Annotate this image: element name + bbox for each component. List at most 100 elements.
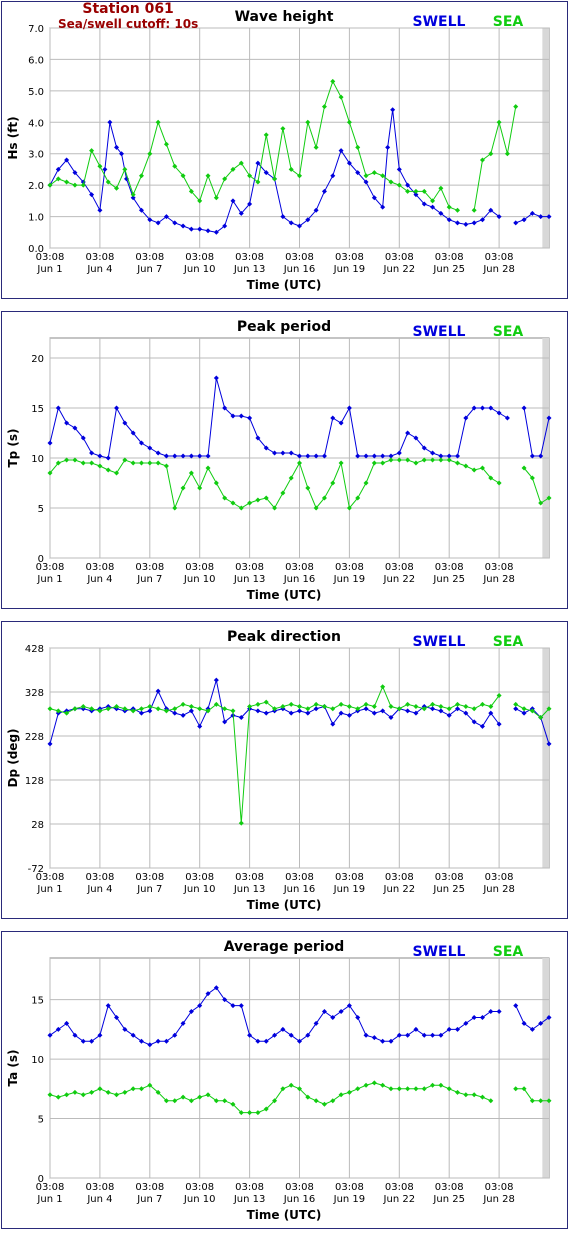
x-tick-time: 03:08: [335, 252, 364, 263]
x-axis-label: Time (UTC): [247, 1208, 322, 1222]
x-tick-date: Jun 22: [383, 1194, 416, 1205]
peak-period-panel: 0 5 10 15 20 03:08 Jun 1 03:08 Jun 4 03:08 Jun 7 03…: [1, 311, 568, 609]
x-tick-time: 03:08: [385, 252, 414, 263]
chart-title: Wave height: [235, 9, 334, 25]
x-tick-date: Jun 1: [36, 264, 62, 275]
x-tick-date: Jun 7: [136, 884, 162, 895]
x-tick-date: Jun 28: [482, 574, 515, 585]
x-tick-time: 03:08: [335, 562, 364, 573]
y-axis-label: Dp (deg): [6, 728, 20, 787]
plot-shade: [542, 28, 549, 248]
plot-shade: [542, 958, 549, 1178]
x-tick-time: 03:08: [185, 562, 214, 573]
y-tick-label: 10: [31, 1055, 44, 1066]
y-tick-label: 5.0: [28, 87, 44, 98]
y-tick-label: 2.0: [28, 181, 44, 192]
y-tick-label: 15: [31, 996, 44, 1007]
x-tick-date: Jun 28: [482, 1194, 515, 1205]
station-cutoff: Sea/swell cutoff: 10s: [58, 17, 199, 31]
y-tick-label: 228: [25, 732, 44, 743]
y-tick-label: 128: [25, 776, 44, 787]
legend-sea: SEA: [493, 14, 524, 30]
y-tick-label: 428: [25, 644, 44, 655]
chart-title: Average period: [224, 939, 345, 955]
x-tick-date: Jun 13: [233, 264, 266, 275]
average-period-chart: 05101503:08Jun 103:08Jun 403:08Jun 703:0…: [6, 939, 552, 1222]
legend-swell: SWELL: [413, 324, 466, 340]
x-tick-time: 03:08: [36, 872, 65, 883]
x-tick-date: Jun 10: [183, 264, 216, 275]
x-tick-date: Jun 4: [86, 574, 112, 585]
y-axis-label: Ta (s): [6, 1049, 20, 1086]
x-tick-time: 03:08: [135, 1182, 164, 1193]
x-tick-time: 03:08: [285, 252, 314, 263]
x-tick-date: Jun 22: [383, 264, 416, 275]
x-tick-time: 03:08: [385, 872, 414, 883]
y-tick-label: 4.0: [28, 118, 44, 129]
x-tick-time: 03:08: [435, 872, 464, 883]
x-axis-label: Time (UTC): [247, 278, 322, 292]
x-tick-time: 03:08: [335, 1182, 364, 1193]
peak-period-chart: 0510152003:08Jun 103:08Jun 403:08Jun 703…: [6, 319, 552, 602]
x-tick-time: 03:08: [285, 1182, 314, 1193]
x-tick-time: 03:08: [135, 252, 164, 263]
x-tick-date: Jun 19: [333, 574, 366, 585]
x-tick-date: Jun 25: [432, 574, 465, 585]
y-tick-label: 6.0: [28, 55, 44, 66]
x-tick-time: 03:08: [135, 872, 164, 883]
y-axis-label: Hs (ft): [6, 116, 20, 159]
x-tick-date: Jun 19: [333, 884, 366, 895]
x-axis-label: Time (UTC): [247, 898, 322, 912]
chart-title: Peak direction: [227, 629, 341, 645]
y-tick-label: 10: [31, 454, 44, 465]
legend-sea: SEA: [493, 324, 524, 340]
x-tick-date: Jun 19: [333, 1194, 366, 1205]
y-tick-label: 15: [31, 404, 44, 415]
x-tick-date: Jun 25: [432, 264, 465, 275]
legend-swell: SWELL: [413, 944, 466, 960]
x-tick-date: Jun 13: [233, 884, 266, 895]
x-tick-time: 03:08: [235, 562, 264, 573]
x-tick-date: Jun 10: [183, 884, 216, 895]
station-name: Station 061: [82, 1, 174, 17]
x-axis-label: Time (UTC): [247, 588, 322, 602]
x-tick-time: 03:08: [485, 252, 514, 263]
x-tick-time: 03:08: [185, 872, 214, 883]
x-tick-date: Jun 25: [432, 884, 465, 895]
x-tick-time: 03:08: [435, 562, 464, 573]
y-tick-label: 5: [38, 504, 44, 515]
x-tick-time: 03:08: [36, 562, 65, 573]
x-tick-date: Jun 1: [36, 884, 62, 895]
plot-shade: [542, 338, 549, 558]
x-tick-date: Jun 25: [432, 1194, 465, 1205]
legend-sea: SEA: [493, 634, 524, 650]
x-tick-date: Jun 7: [136, 1194, 162, 1205]
x-tick-date: Jun 10: [183, 1194, 216, 1205]
x-tick-date: Jun 7: [136, 264, 162, 275]
x-tick-date: Jun 22: [383, 884, 416, 895]
chart-title: Peak period: [237, 319, 331, 335]
y-tick-label: 1.0: [28, 213, 44, 224]
x-tick-date: Jun 16: [283, 1194, 316, 1205]
x-tick-time: 03:08: [485, 872, 514, 883]
x-tick-date: Jun 22: [383, 574, 416, 585]
x-tick-time: 03:08: [85, 562, 114, 573]
x-tick-date: Jun 4: [86, 264, 112, 275]
y-tick-label: 28: [31, 820, 44, 831]
x-tick-time: 03:08: [485, 1182, 514, 1193]
y-tick-label: 328: [25, 688, 44, 699]
x-tick-date: Jun 4: [86, 1194, 112, 1205]
x-tick-time: 03:08: [335, 872, 364, 883]
x-tick-time: 03:08: [235, 872, 264, 883]
x-tick-time: 03:08: [235, 252, 264, 263]
x-tick-date: Jun 1: [36, 574, 62, 585]
x-tick-time: 03:08: [385, 562, 414, 573]
x-tick-date: Jun 16: [283, 574, 316, 585]
y-tick-label: 20: [31, 354, 44, 365]
x-tick-date: Jun 7: [136, 574, 162, 585]
x-tick-time: 03:08: [185, 252, 214, 263]
average-period-panel: 0 5 10 15 03:08 Jun 1 03:08 Jun 4 03:08 Jun 7 03:0…: [1, 931, 568, 1229]
x-tick-time: 03:08: [485, 562, 514, 573]
y-tick-label: 7.0: [28, 24, 44, 35]
x-tick-date: Jun 4: [86, 884, 112, 895]
